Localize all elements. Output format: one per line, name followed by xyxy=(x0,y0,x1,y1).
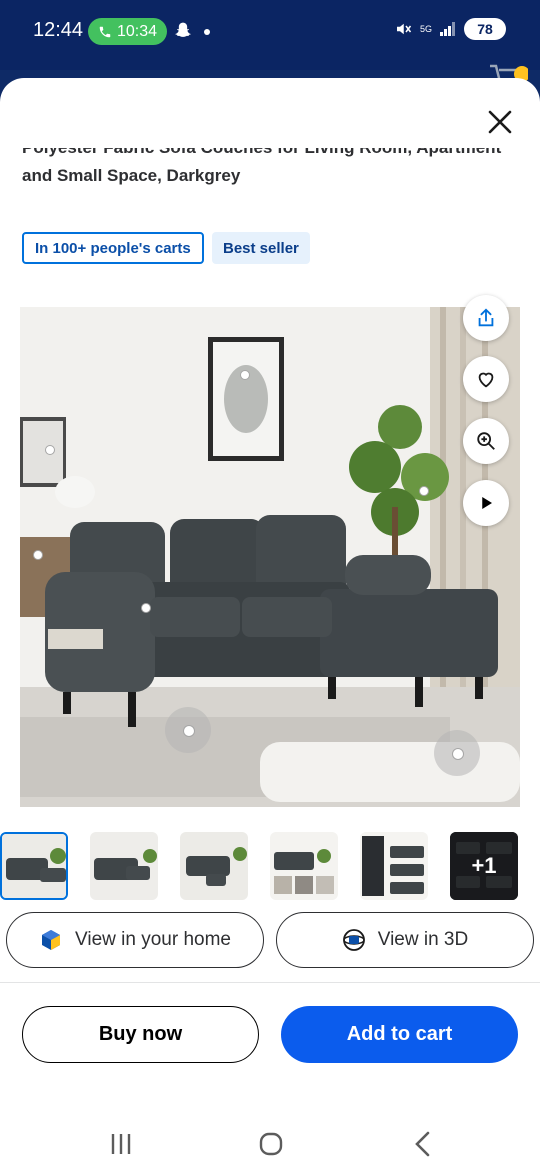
status-bar: 12:44 10:34 5G 78 xyxy=(0,0,540,84)
snapchat-icon xyxy=(175,22,191,37)
play-video-button[interactable] xyxy=(463,480,509,526)
thumbnail[interactable] xyxy=(90,832,158,900)
play-icon xyxy=(482,497,492,509)
view-in-3d-label: View in 3D xyxy=(377,929,469,950)
carts-badge: In 100+ people's carts xyxy=(22,232,204,264)
hotspot[interactable] xyxy=(45,445,55,455)
product-title: Polyester Fabric Sofa Couches for Living… xyxy=(22,148,522,208)
status-right: 5G 78 xyxy=(394,18,506,40)
call-time: 10:34 xyxy=(116,22,158,40)
ar-cube-icon xyxy=(42,930,61,950)
product-title-line1: Polyester Fabric Sofa Couches for Living… xyxy=(22,148,522,162)
status-time: 12:44 xyxy=(33,19,84,41)
thumbnail-image xyxy=(2,834,66,898)
add-to-cart-button[interactable]: Add to cart xyxy=(281,1006,518,1063)
battery-indicator: 78 xyxy=(464,18,506,40)
hotspot[interactable] xyxy=(434,730,480,776)
battery-level: 78 xyxy=(477,21,493,37)
share-icon xyxy=(478,308,494,327)
thumbnail-image xyxy=(360,832,428,900)
thumbnail-image xyxy=(270,832,338,900)
product-sheet: Polyester Fabric Sofa Couches for Living… xyxy=(0,78,540,1170)
phone-icon xyxy=(99,26,111,37)
zoom-button[interactable] xyxy=(463,418,509,464)
more-count: +1 xyxy=(450,832,518,900)
back-icon[interactable] xyxy=(403,1128,443,1160)
thumbnail-image xyxy=(90,832,158,900)
signal-icon xyxy=(440,22,455,36)
zoom-in-icon xyxy=(477,432,495,450)
favorite-button[interactable] xyxy=(463,356,509,402)
thumbnail-image xyxy=(180,832,248,900)
hotspot[interactable] xyxy=(33,550,43,560)
3d-icon xyxy=(342,929,365,951)
product-image[interactable] xyxy=(20,307,520,807)
view-in-3d-button[interactable]: View in 3D xyxy=(276,912,534,968)
divider xyxy=(0,982,540,983)
thumbnail[interactable] xyxy=(180,832,248,900)
view-in-home-button[interactable]: View in your home xyxy=(6,912,264,968)
close-icon[interactable] xyxy=(484,106,516,138)
thumbnail[interactable] xyxy=(0,832,68,900)
home-icon[interactable] xyxy=(251,1128,291,1160)
buy-now-button[interactable]: Buy now xyxy=(22,1006,259,1063)
best-seller-badge: Best seller xyxy=(212,232,310,264)
thumbnail[interactable] xyxy=(270,832,338,900)
hotspot[interactable] xyxy=(419,486,429,496)
thumbnail[interactable] xyxy=(360,832,428,900)
system-nav-bar xyxy=(0,1118,540,1170)
hotspot[interactable] xyxy=(240,370,250,380)
share-button[interactable] xyxy=(463,295,509,341)
thumbnail-more[interactable]: +1 xyxy=(450,832,518,900)
network-type: 5G xyxy=(419,23,432,34)
mute-icon xyxy=(396,23,412,35)
hotspot[interactable] xyxy=(165,707,211,753)
view-in-home-label: View in your home xyxy=(75,929,231,950)
notification-dot xyxy=(204,29,210,35)
product-title-line2: and Small Space, Darkgrey xyxy=(22,166,241,185)
hotspot[interactable] xyxy=(141,603,151,613)
heart-icon xyxy=(478,372,494,388)
call-indicator[interactable]: 10:34 xyxy=(88,18,167,45)
recent-apps-icon[interactable] xyxy=(101,1128,141,1160)
